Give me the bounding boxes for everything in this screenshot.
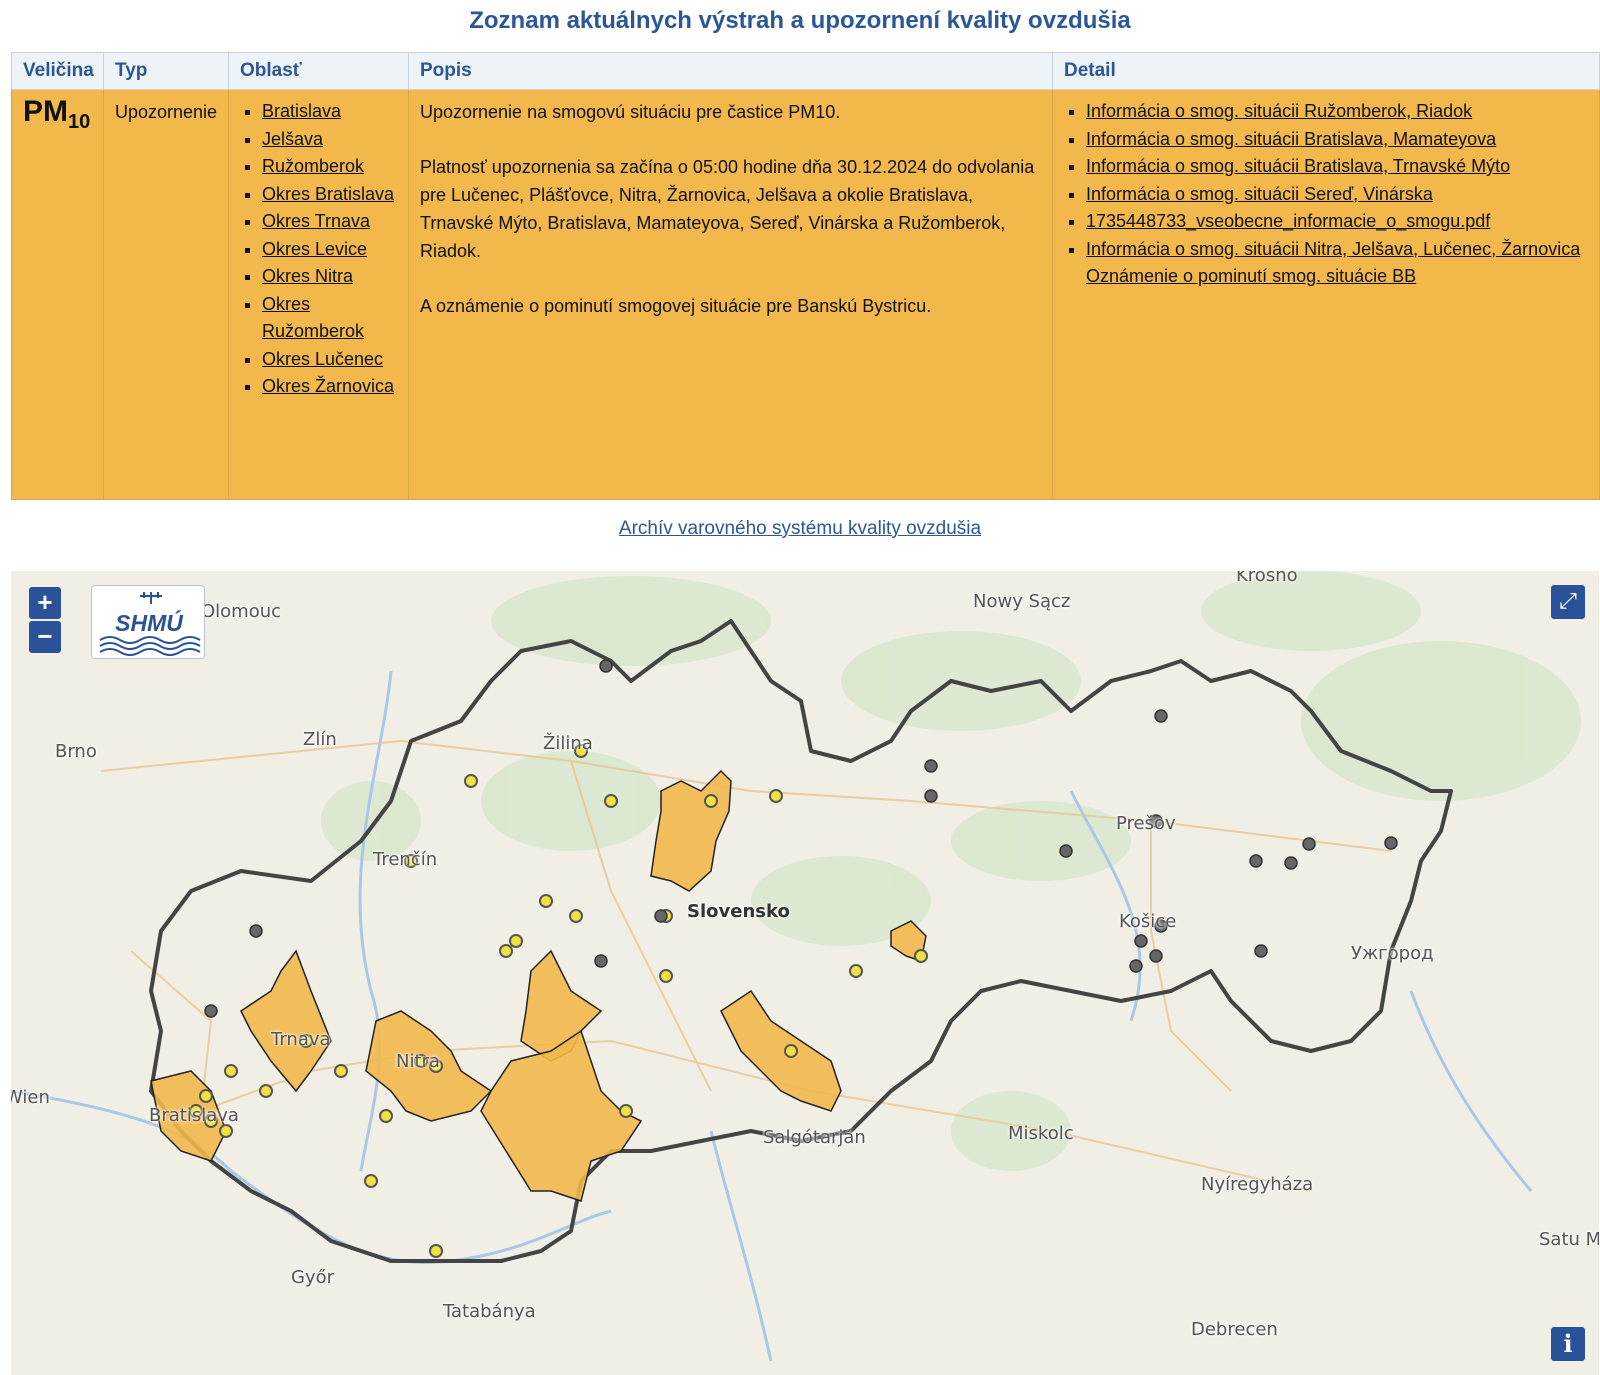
area-list: Bratislava Jelšava Ružomberok Okres Brat… [240, 98, 397, 401]
archive-link-wrap: Archív varovného systému kvality ovzduši… [0, 518, 1600, 540]
area-link[interactable]: Ružomberok [262, 156, 364, 176]
region-okres-ruzomberok [650, 769, 732, 892]
quantity-subscript: 10 [68, 111, 91, 133]
area-item: Bratislava [262, 98, 397, 126]
detail-link-bb[interactable]: Oznámenie o pominutí smog. situácie BB [1086, 266, 1416, 286]
detail-item: Informácia o smog. situácii Bratislava, … [1086, 126, 1588, 154]
shmu-logo: SHMÚ [91, 585, 205, 659]
shmu-logo-icon: SHMÚ [99, 592, 201, 656]
area-item: Jelšava [262, 126, 397, 154]
area-link[interactable]: Okres Žarnovica [262, 376, 394, 396]
quantity-label: PM10 [23, 95, 90, 134]
area-link[interactable]: Okres Trnava [262, 211, 370, 231]
area-link[interactable]: Okres Lučenec [262, 349, 383, 369]
area-link[interactable]: Okres Nitra [262, 266, 353, 286]
zoom-in-button[interactable]: + [29, 587, 61, 619]
cell-area: Bratislava Jelšava Ružomberok Okres Brat… [228, 89, 409, 500]
place-label: Ужгород [1351, 943, 1434, 964]
area-link[interactable]: Okres Bratislava [262, 184, 394, 204]
place-label: Trnava [271, 1029, 331, 1050]
col-header-detail: Detail [1052, 52, 1600, 90]
detail-item: Informácia o smog. situácii Ružomberok, … [1086, 98, 1588, 126]
place-label: Salgótarján [763, 1127, 866, 1148]
cell-quantity: PM10 [11, 89, 104, 500]
page-title: Zoznam aktuálnych výstrah a upozornení k… [469, 7, 1131, 34]
quantity-main: PM [23, 95, 68, 128]
place-label: Krosno [1236, 571, 1298, 586]
area-link[interactable]: Jelšava [262, 129, 323, 149]
description-paragraph: A oznámenie o pominutí smogovej situácie… [420, 296, 932, 316]
area-item: Ružomberok [262, 153, 397, 181]
detail-list: Informácia o smog. situácii Ružomberok, … [1064, 98, 1588, 291]
description-paragraph: Upozornenie na smogovú situáciu pre čast… [420, 102, 841, 122]
col-header-area: Oblasť [228, 52, 409, 90]
place-label: Košice [1119, 911, 1177, 932]
area-link[interactable]: Okres Ružomberok [262, 294, 364, 342]
place-label: Prešov [1116, 813, 1176, 834]
area-link[interactable]: Okres Levice [262, 239, 367, 259]
detail-link[interactable]: Informácia o smog. situácii Bratislava, … [1086, 129, 1496, 149]
place-label: Brno [55, 741, 97, 762]
zoom-control: + − [29, 587, 61, 653]
place-label: Satu Mare [1539, 1229, 1599, 1250]
detail-link[interactable]: Informácia o smog. situácii Ružomberok, … [1086, 101, 1472, 121]
detail-item: Informácia o smog. situácii Bratislava, … [1086, 153, 1588, 181]
table-header-row: Veličina Typ Oblasť Popis Detail [11, 52, 1600, 90]
detail-item: Informácia o smog. situácii Nitra, Jelša… [1086, 236, 1588, 291]
detail-item: Informácia o smog. situácii Sereď, Vinár… [1086, 181, 1588, 209]
area-item: Okres Bratislava [262, 181, 397, 209]
table-row: PM10 Upozornenie Bratislava Jelšava Ružo… [11, 89, 1600, 500]
area-item: Okres Levice [262, 236, 397, 264]
map-base-layer [11, 571, 1581, 1362]
zoom-out-button[interactable]: − [29, 621, 61, 653]
map-view[interactable]: Krosno Nowy Sącz Olomouc Brno Zlín Žilin… [11, 571, 1599, 1375]
place-label: Olomouc [201, 601, 282, 622]
cell-type: Upozornenie [103, 89, 229, 500]
region-okres-levice [480, 1029, 643, 1202]
place-label: Nitra [396, 1051, 440, 1072]
area-item: Okres Lučenec [262, 346, 397, 374]
col-header-description: Popis [408, 52, 1053, 90]
area-item: Okres Trnava [262, 208, 397, 236]
place-label: Nyíregyháza [1201, 1174, 1314, 1195]
place-label: Zlín [303, 729, 337, 750]
area-item: Okres Ružomberok [262, 291, 397, 346]
cell-detail: Informácia o smog. situácii Ružomberok, … [1052, 89, 1600, 500]
col-header-quantity: Veličina [11, 52, 104, 90]
alerts-table: Veličina Typ Oblasť Popis Detail PM10 Up… [11, 52, 1600, 500]
info-button[interactable]: i [1551, 1327, 1585, 1361]
detail-link[interactable]: Informácia o smog. situácii Sereď, Vinár… [1086, 184, 1433, 204]
logo-text: SHMÚ [115, 609, 184, 636]
detail-link[interactable]: Informácia o smog. situácii Bratislava, … [1086, 156, 1510, 176]
place-label: Trenčín [373, 849, 438, 870]
pdf-link[interactable]: 1735448733_vseobecne_informacie_o_smogu.… [1086, 211, 1490, 231]
place-label: Nowy Sącz [973, 591, 1071, 612]
detail-item: 1735448733_vseobecne_informacie_o_smogu.… [1086, 208, 1588, 236]
area-item: Okres Žarnovica [262, 373, 397, 401]
description-paragraph: Platnosť upozornenia sa začína o 05:00 h… [420, 157, 1035, 261]
country-label: Slovensko [687, 901, 790, 922]
place-label: Miskolc [1008, 1123, 1074, 1144]
place-label: Győr [291, 1267, 335, 1288]
place-label: Žilina [543, 733, 593, 754]
archive-link[interactable]: Archív varovného systému kvality ovzduši… [619, 518, 981, 539]
fullscreen-button[interactable]: ⤢ [1551, 585, 1585, 619]
rivers [11, 670, 1533, 1362]
region-okres-lucenec [720, 989, 842, 1112]
col-header-type: Typ [103, 52, 229, 90]
place-label: Tatabánya [443, 1301, 536, 1322]
place-label: Bratislava [149, 1105, 239, 1126]
detail-link[interactable]: Informácia o smog. situácii Nitra, Jelša… [1086, 239, 1580, 259]
area-link[interactable]: Bratislava [262, 101, 341, 121]
place-label: Wien [11, 1087, 50, 1108]
cell-description: Upozornenie na smogovú situáciu pre čast… [408, 89, 1053, 500]
area-item: Okres Nitra [262, 263, 397, 291]
place-label: Debrecen [1191, 1319, 1278, 1340]
